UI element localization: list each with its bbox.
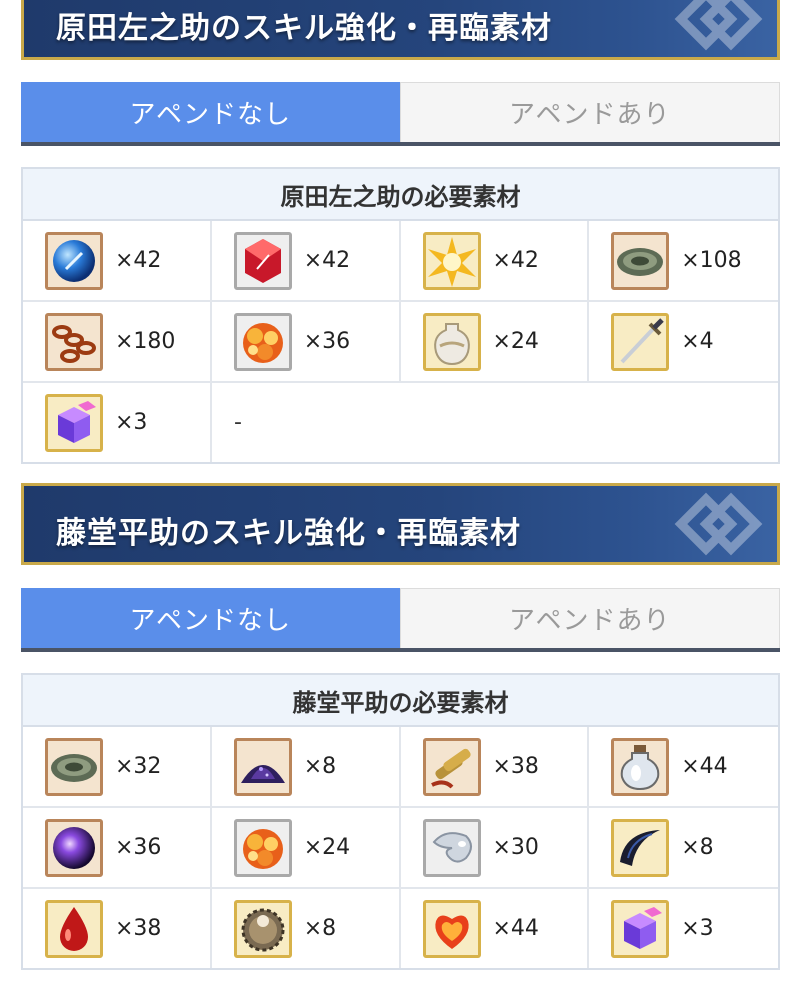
- material-count: ×36: [115, 835, 162, 860]
- purple-cube-icon[interactable]: [611, 899, 670, 958]
- material-cell: ×3: [589, 889, 778, 968]
- material-count: ×42: [115, 248, 162, 273]
- red-gem-icon[interactable]: [233, 231, 292, 290]
- material-count: ×32: [115, 754, 162, 779]
- material-cell: ×32: [23, 727, 212, 806]
- white-vase-icon[interactable]: [422, 312, 481, 371]
- empty-placeholder: -: [234, 410, 242, 435]
- table-row: ×36 ×24 ×30 ×8: [23, 808, 778, 889]
- gold-star-icon[interactable]: [422, 231, 481, 290]
- append-tabs: アペンドなし アペンドあり: [21, 82, 780, 146]
- material-cell: ×44: [589, 727, 778, 806]
- section-title: 原田左之助のスキル強化・再臨素材: [56, 11, 552, 46]
- tab-append-none[interactable]: アペンドなし: [21, 588, 400, 648]
- glass-bottle-icon[interactable]: [611, 737, 670, 796]
- tab-append-with[interactable]: アペンドあり: [399, 588, 780, 648]
- material-cell: ×44: [401, 889, 590, 968]
- tab-append-with[interactable]: アペンドあり: [399, 82, 780, 142]
- material-cell: ×8: [589, 808, 778, 887]
- material-count: ×36: [303, 329, 351, 354]
- gear-sphere-icon[interactable]: [233, 899, 292, 958]
- purple-sand-icon[interactable]: [233, 737, 292, 796]
- fire-heart-icon[interactable]: [422, 899, 481, 958]
- blue-orb-icon[interactable]: [45, 231, 103, 290]
- orange-crystal-icon[interactable]: [233, 312, 292, 371]
- material-count: ×44: [681, 754, 728, 779]
- materials-table: 藤堂平助の必要素材 ×32 ×8 ×38 ×44 ×36 ×24 ×30 ×8 …: [21, 673, 780, 970]
- material-cell: ×4: [589, 302, 778, 381]
- orange-crystal-icon[interactable]: [233, 818, 292, 877]
- materials-table: 原田左之助の必要素材 ×42 ×42 ×42 ×108 ×180 ×36 ×24…: [21, 167, 780, 464]
- material-count: ×3: [115, 410, 148, 435]
- section-title: 藤堂平助のスキル強化・再臨素材: [56, 516, 521, 551]
- table-row: ×3 -: [23, 383, 778, 462]
- material-count: ×8: [681, 835, 714, 860]
- material-cell: ×30: [401, 808, 590, 887]
- bronze-disc-icon[interactable]: [611, 231, 670, 290]
- material-cell: ×24: [401, 302, 590, 381]
- chain-icon[interactable]: [45, 312, 103, 371]
- material-cell: ×180: [23, 302, 212, 381]
- red-drop-icon[interactable]: [45, 899, 103, 958]
- purple-cube-icon[interactable]: [45, 393, 103, 452]
- emblem-icon: [674, 492, 763, 556]
- section-todo: 藤堂平助のスキル強化・再臨素材 アペンドなし アペンドあり 藤堂平助の必要素材 …: [21, 483, 780, 970]
- material-count: ×24: [492, 329, 539, 354]
- material-count: ×42: [492, 248, 539, 273]
- material-count: ×180: [115, 329, 176, 354]
- black-claw-icon[interactable]: [611, 818, 670, 877]
- section-harada: 原田左之助のスキル強化・再臨素材 アペンドなし アペンドあり 原田左之助の必要素…: [21, 0, 780, 464]
- material-count: ×4: [681, 329, 714, 354]
- material-cell: ×24: [212, 808, 401, 887]
- material-count: ×8: [303, 754, 337, 779]
- material-count: ×42: [303, 248, 351, 273]
- append-tabs: アペンドなし アペンドあり: [21, 588, 780, 652]
- material-count: ×8: [303, 916, 337, 941]
- table-row: ×180 ×36 ×24 ×4: [23, 302, 778, 383]
- emblem-icon: [674, 0, 763, 51]
- table-header: 原田左之助の必要素材: [23, 169, 778, 221]
- sword-icon[interactable]: [611, 312, 670, 371]
- table-row: ×38 ×8 ×44 ×3: [23, 889, 778, 968]
- material-count: ×38: [492, 754, 539, 779]
- material-cell: ×42: [23, 221, 212, 300]
- section-banner: 原田左之助のスキル強化・再臨素材: [21, 0, 780, 60]
- section-banner: 藤堂平助のスキル強化・再臨素材: [21, 483, 780, 565]
- material-cell: ×36: [23, 808, 212, 887]
- table-row: ×32 ×8 ×38 ×44: [23, 727, 778, 808]
- material-cell: ×8: [212, 727, 401, 806]
- empty-cell: -: [212, 383, 778, 462]
- silver-droplet-icon[interactable]: [422, 818, 481, 877]
- material-cell: ×38: [401, 727, 590, 806]
- material-count: ×24: [303, 835, 351, 860]
- shells-icon[interactable]: [422, 737, 481, 796]
- material-cell: ×36: [212, 302, 401, 381]
- material-count: ×3: [681, 916, 714, 941]
- dark-orb-icon[interactable]: [45, 818, 103, 877]
- material-cell: ×3: [23, 383, 212, 462]
- tab-append-none[interactable]: アペンドなし: [21, 82, 400, 142]
- table-row: ×42 ×42 ×42 ×108: [23, 221, 778, 302]
- material-count: ×44: [492, 916, 539, 941]
- material-count: ×30: [492, 835, 539, 860]
- material-cell: ×108: [589, 221, 778, 300]
- material-cell: ×38: [23, 889, 212, 968]
- material-count: ×38: [115, 916, 162, 941]
- material-cell: ×42: [401, 221, 590, 300]
- material-cell: ×8: [212, 889, 401, 968]
- bronze-disc-icon[interactable]: [45, 737, 103, 796]
- material-count: ×108: [681, 248, 742, 273]
- material-cell: ×42: [212, 221, 401, 300]
- table-header: 藤堂平助の必要素材: [23, 675, 778, 727]
